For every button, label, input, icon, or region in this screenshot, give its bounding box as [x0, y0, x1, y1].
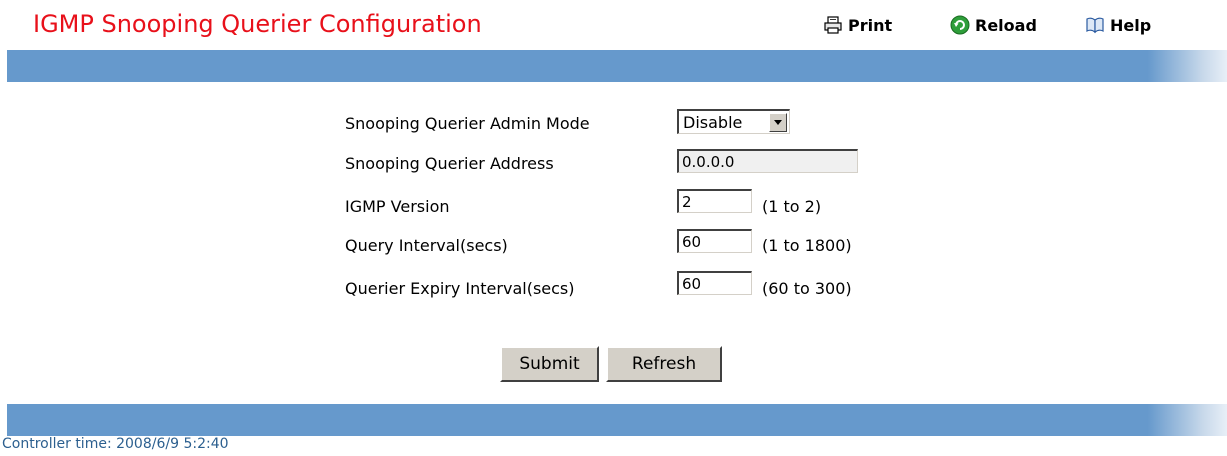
igmp-version-range: (1 to 2) [762, 197, 822, 216]
reload-icon [950, 15, 970, 35]
querier-address-field[interactable]: 0.0.0.0 [677, 149, 858, 173]
printer-icon [823, 15, 843, 35]
admin-mode-value: Disable [683, 112, 743, 132]
footer-divider-bar [7, 404, 1227, 436]
page-header: IGMP Snooping Querier Configuration Prin… [0, 0, 1227, 50]
print-label: Print [848, 15, 893, 35]
help-button[interactable]: Help [1085, 15, 1151, 35]
chevron-down-icon[interactable] [769, 112, 787, 132]
query-interval-label: Query Interval(secs) [345, 236, 508, 255]
print-button[interactable]: Print [823, 15, 892, 35]
querier-address-label: Snooping Querier Address [345, 154, 554, 173]
query-interval-input[interactable]: 60 [677, 229, 752, 253]
reload-button[interactable]: Reload [950, 15, 1037, 35]
igmp-version-input[interactable]: 2 [677, 189, 752, 213]
reload-label: Reload [975, 15, 1037, 35]
page-title: IGMP Snooping Querier Configuration [33, 10, 482, 38]
query-interval-range: (1 to 1800) [762, 236, 852, 255]
admin-mode-label: Snooping Querier Admin Mode [345, 114, 590, 133]
submit-button[interactable]: Submit [500, 346, 599, 382]
help-label: Help [1110, 15, 1152, 35]
admin-mode-select[interactable]: Disable [677, 109, 790, 134]
expiry-interval-label: Querier Expiry Interval(secs) [345, 279, 575, 298]
controller-time: Controller time: 2008/6/9 5:2:40 [2, 436, 229, 452]
expiry-interval-range: (60 to 300) [762, 279, 852, 298]
expiry-interval-input[interactable]: 60 [677, 271, 752, 295]
refresh-button[interactable]: Refresh [606, 346, 722, 382]
help-book-icon [1085, 15, 1105, 35]
igmp-version-label: IGMP Version [345, 197, 450, 216]
header-divider-bar [7, 50, 1227, 82]
